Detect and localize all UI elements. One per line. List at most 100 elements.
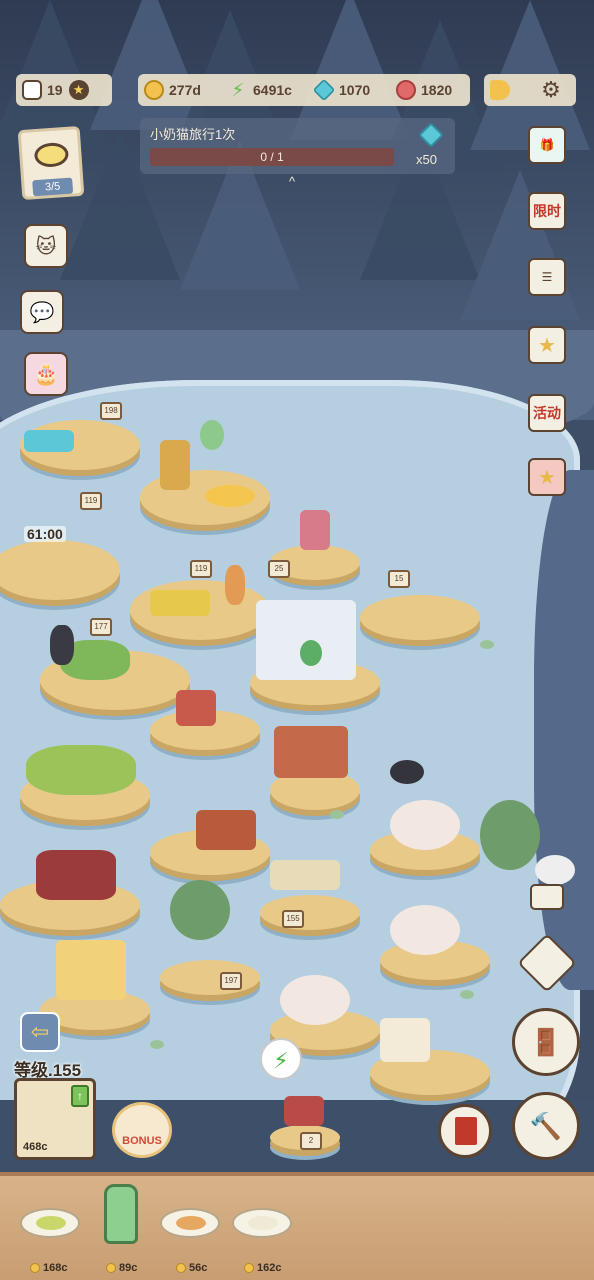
chat-bubble-icon: 💬 — [29, 301, 55, 324]
fireworks — [284, 1096, 324, 1126]
gear-icon: ⚙ — [541, 77, 561, 102]
shelf-item-soup[interactable] — [20, 1208, 80, 1238]
cat-count-value: 19 — [47, 82, 63, 98]
fruit-basket — [205, 485, 255, 507]
gems[interactable]: 1070 — [308, 74, 390, 106]
cat-bed — [390, 800, 460, 850]
collapse-caret-icon[interactable]: ^ — [289, 174, 295, 189]
cat-count: 19 — [16, 74, 69, 106]
sleeping-black-cat — [390, 760, 424, 784]
arrow-left-icon: ⇦ — [30, 1019, 50, 1044]
cake-icon: 🎂 — [33, 363, 59, 386]
coin-icon — [244, 1263, 254, 1273]
price-value: 89c — [119, 1262, 138, 1274]
island-palm[interactable] — [160, 960, 260, 995]
energy[interactable]: ⚡ 6491c — [222, 74, 308, 106]
gift-box-button[interactable]: 🎁 — [528, 126, 566, 164]
timer: 61:00 — [24, 526, 66, 542]
build-button[interactable]: 🔨 — [512, 1092, 580, 1160]
soup-plate-icon — [20, 1208, 80, 1238]
island-sign: 198 — [100, 402, 122, 420]
shelf-price: 162c — [244, 1262, 281, 1274]
hammer-icon: 🔨 — [529, 1111, 563, 1141]
event-label: 活动 — [533, 405, 561, 421]
system-bar: ⚙ — [484, 74, 576, 106]
coin-icon — [106, 1263, 116, 1273]
cat-count-bar[interactable]: 19 ★ — [16, 74, 112, 106]
quest-progress-bar: 0 / 1 — [150, 148, 394, 166]
price-value: 168c — [43, 1262, 68, 1274]
island-sign: 119 — [80, 492, 102, 510]
candy-icon — [396, 80, 416, 100]
task-list-button[interactable]: ☰ — [528, 258, 566, 296]
arrow-up-icon: ↑ — [71, 1085, 89, 1107]
food-shelf — [0, 1172, 594, 1280]
candy-value: 1820 — [421, 82, 453, 98]
star-icon[interactable]: ★ — [68, 80, 89, 100]
island-lamp[interactable] — [360, 595, 480, 640]
island-sign: 25 — [268, 560, 290, 578]
quest-panel[interactable]: 小奶猫旅行1次 0 / 1 x50 — [140, 118, 455, 174]
lightning-icon: ⚡ — [231, 80, 245, 100]
soup-card[interactable]: 3/5 — [17, 125, 85, 201]
cake-button[interactable]: 🎂 — [24, 352, 68, 396]
jam-jars — [36, 850, 116, 900]
lily-pad — [150, 1040, 164, 1049]
level-upgrade-card[interactable]: ↑ 468c — [14, 1078, 96, 1160]
back-button[interactable]: ⇦ — [20, 1012, 60, 1052]
recipe-book-button[interactable] — [438, 1104, 492, 1158]
cat-bed — [280, 975, 350, 1025]
settings-button[interactable]: ⚙ — [535, 74, 572, 106]
chat-button[interactable]: 💬 — [20, 290, 64, 334]
hammock — [270, 860, 340, 890]
upgrade-cost: 468c — [23, 1141, 48, 1153]
announcement-button[interactable] — [484, 74, 521, 106]
coins[interactable]: 277d — [138, 74, 222, 106]
soup-count: 3/5 — [32, 177, 74, 197]
fried-plate-icon — [160, 1208, 220, 1238]
pink-chair — [300, 510, 330, 550]
limited-time-label: 限时 — [533, 203, 561, 219]
shelf-price: 56c — [176, 1262, 207, 1274]
bonus-label: BONUS — [122, 1135, 162, 1147]
star-card-icon: ★ — [538, 466, 556, 489]
treasure-chest — [176, 690, 216, 726]
cat-gift-icon: 🐱 — [35, 235, 57, 258]
cat-gift-button[interactable]: 🐱 — [24, 224, 68, 268]
shelf-item-rice[interactable] — [232, 1208, 292, 1238]
energy-boost-button[interactable]: ⚡ — [260, 1038, 302, 1080]
shelf-item-bottle[interactable] — [104, 1184, 138, 1268]
door-icon: 🚪 — [529, 1027, 563, 1057]
rice-plate-icon — [232, 1208, 292, 1238]
quest-title: 小奶猫旅行1次 — [150, 127, 236, 142]
shelf-item-fried[interactable] — [160, 1208, 220, 1238]
white-cat — [535, 855, 575, 885]
bonus-button[interactable]: BONUS — [112, 1102, 172, 1158]
coin-icon — [144, 80, 164, 100]
island-sign: 2 — [300, 1132, 322, 1150]
cat-bed — [390, 905, 460, 955]
toaster — [380, 1018, 430, 1062]
gift-box-icon: 🎁 — [539, 138, 555, 152]
black-cat — [50, 625, 74, 665]
notice-board — [274, 726, 348, 778]
corn-pile — [150, 590, 210, 616]
lily-pad — [460, 990, 474, 999]
island-sign: 197 — [220, 972, 242, 990]
star-badge-button[interactable]: ★ — [528, 326, 566, 364]
door-button[interactable]: 🚪 — [512, 1008, 580, 1076]
limited-time-button[interactable]: 限时 — [528, 192, 566, 230]
megaphone-icon — [490, 80, 510, 100]
coin-icon — [176, 1263, 186, 1273]
palm-tree — [170, 880, 230, 940]
lily-pad — [330, 810, 344, 819]
price-value: 162c — [257, 1262, 282, 1274]
camera-button[interactable] — [530, 884, 564, 910]
candy[interactable]: 1820 — [390, 74, 470, 106]
event-button[interactable]: 活动 — [528, 394, 566, 432]
cat-icon — [22, 80, 42, 100]
star-card-button[interactable]: ★ — [528, 458, 566, 496]
island-hammock[interactable] — [260, 895, 360, 930]
island-sign: 155 — [282, 910, 304, 928]
island-sign: 177 — [90, 618, 112, 636]
